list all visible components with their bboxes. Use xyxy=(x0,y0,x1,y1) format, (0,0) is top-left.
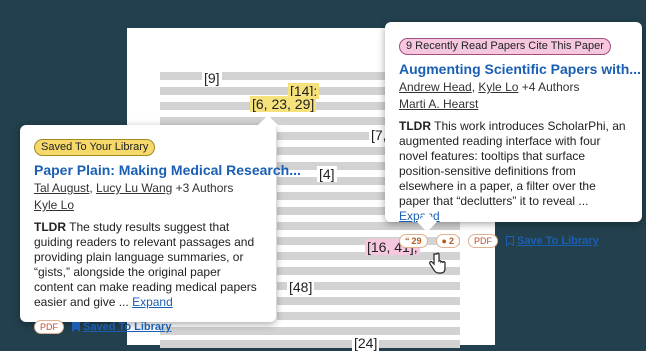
bookmark-icon xyxy=(505,236,514,246)
tldr-text: This work introduces ScholarPhi, an augm… xyxy=(399,119,626,208)
paper-title-link[interactable]: Paper Plain: Making Medical Research... xyxy=(34,162,301,179)
author-link[interactable]: Marti A. Hearst xyxy=(399,97,478,111)
tldr-label: TLDR xyxy=(34,220,66,234)
author-list: Tal August, Lucy Lu Wang +3 Authors Kyle… xyxy=(34,181,234,212)
bookmark-icon xyxy=(72,322,80,332)
author-link[interactable]: Andrew Head xyxy=(399,80,472,94)
paper-title-link[interactable]: Augmenting Scientific Papers with... xyxy=(399,61,641,78)
recently-read-badge: 9 Recently Read Papers Cite This Paper xyxy=(399,38,611,55)
citation-count: 29 xyxy=(411,236,422,246)
more-authors[interactable]: +4 Authors xyxy=(522,80,580,94)
author-link[interactable]: Lucy Lu Wang xyxy=(96,181,172,195)
author-list: Andrew Head, Kyle Lo +4 Authors Marti A.… xyxy=(399,80,580,111)
text-line xyxy=(277,312,460,320)
citation[interactable]: [48] xyxy=(287,279,315,295)
citation-count-badge[interactable]: “ 29 xyxy=(399,234,428,248)
influential-icon: ● xyxy=(441,236,447,246)
card-footer: “ 29 ● 2 PDF Save To Library xyxy=(399,234,628,248)
tldr-summary: TLDR The study results suggest that guid… xyxy=(34,220,262,310)
paper-preview-card[interactable]: 9 Recently Read Papers Cite This Paper A… xyxy=(385,22,642,248)
pdf-button[interactable]: PDF xyxy=(34,320,64,334)
card-footer: PDF Saved To Library xyxy=(34,320,262,334)
expand-link[interactable]: Expand xyxy=(399,209,440,223)
more-authors[interactable]: +3 Authors xyxy=(176,181,234,195)
author-link[interactable]: Kyle Lo xyxy=(478,80,518,94)
influential-count: 2 xyxy=(448,236,454,246)
pdf-button[interactable]: PDF xyxy=(467,234,498,248)
citation[interactable]: [4] xyxy=(317,166,337,182)
saved-to-library-button[interactable]: Saved To Library xyxy=(72,321,171,333)
author-link[interactable]: Tal August xyxy=(34,181,89,195)
expand-link[interactable]: Expand xyxy=(132,295,173,309)
cursor-hand-icon xyxy=(429,252,446,274)
saved-badge: Saved To Your Library xyxy=(34,139,156,156)
citation[interactable]: [6, 23, 29] xyxy=(250,96,317,112)
quote-icon: “ xyxy=(405,236,410,246)
citation[interactable]: [9] xyxy=(202,70,222,86)
tldr-summary: TLDR This work introduces ScholarPhi, an… xyxy=(399,119,628,224)
text-line xyxy=(277,297,460,305)
tldr-label: TLDR xyxy=(399,119,431,133)
save-to-library-label: Save To Library xyxy=(516,235,599,247)
author-link[interactable]: Kyle Lo xyxy=(34,198,74,212)
saved-to-library-label: Saved To Library xyxy=(83,321,172,333)
citation[interactable]: [24] xyxy=(352,335,380,351)
save-to-library-button[interactable]: Save To Library xyxy=(505,235,599,247)
text-line xyxy=(160,340,460,348)
paper-preview-card[interactable]: Saved To Your Library Paper Plain: Makin… xyxy=(20,125,301,334)
influential-count-badge[interactable]: ● 2 xyxy=(435,234,460,248)
